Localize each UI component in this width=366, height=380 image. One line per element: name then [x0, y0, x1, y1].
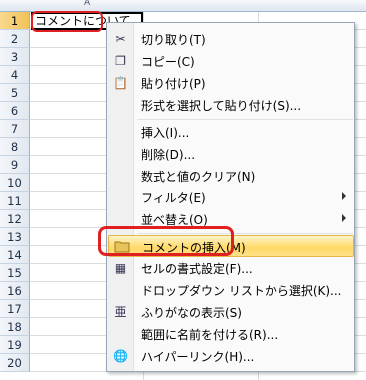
row-header[interactable]: 12 — [0, 210, 30, 228]
menu-item[interactable]: 範囲に名前を付ける(R)... — [108, 323, 354, 345]
row-header[interactable]: 10 — [0, 174, 30, 192]
row-header[interactable]: 6 — [0, 102, 30, 120]
menu-item-label: セルの書式設定(F)... — [141, 262, 253, 276]
paste-icon: 📋 — [113, 76, 128, 90]
row-header[interactable]: 8 — [0, 138, 30, 156]
annotation-box-cell — [31, 11, 103, 32]
row-header[interactable]: 4 — [0, 66, 30, 84]
row-header[interactable]: 3 — [0, 48, 30, 66]
row-header[interactable]: 1 — [0, 12, 30, 30]
menu-item[interactable]: ドロップダウン リストから選択(K)... — [108, 279, 354, 301]
row-header[interactable]: 16 — [0, 282, 30, 300]
scissors-icon: ✂ — [115, 32, 126, 46]
menu-item-label: 挿入(I)... — [141, 126, 190, 140]
menu-separator — [137, 119, 353, 120]
row-header[interactable]: 9 — [0, 156, 30, 174]
menu-item[interactable]: 数式と値のクリア(N) — [108, 165, 354, 187]
row-header[interactable]: 5 — [0, 84, 30, 102]
menu-item[interactable]: 形式を選択して貼り付け(S)... — [108, 94, 354, 116]
menu-item-label: 貼り付け(P) — [141, 77, 206, 91]
menu-item[interactable]: フィルタ(E) — [108, 186, 354, 208]
row-header[interactable]: 15 — [0, 264, 30, 282]
annotation-box-menu-item — [98, 226, 234, 256]
row-header[interactable]: 18 — [0, 318, 30, 336]
copy-icon: ❐ — [115, 54, 126, 68]
row-headers: 1 2 3 4 5 6 7 8 9 10 11 12 13 14 15 16 17 18 19 20 — [0, 12, 30, 372]
menu-item[interactable]: 🌐 ハイパーリンク(H)... — [108, 345, 354, 367]
menu-item[interactable]: 亜ふりがなの表示(S) — [108, 301, 354, 323]
hyperlink-icon: 🌐 — [113, 349, 128, 363]
row-header[interactable]: 20 — [0, 354, 30, 372]
menu-item-label: コピー(C) — [141, 55, 195, 69]
menu-item-label: 数式と値のクリア(N) — [141, 170, 256, 184]
menu-item-label: 範囲に名前を付ける(R)... — [141, 328, 279, 342]
context-menu: ✂ 切り取り(T) ❐ コピー(C) 📋 貼り付け(P) 形式を選択して貼り付け(S)...… — [106, 22, 355, 372]
menu-item-label: 形式を選択して貼り付け(S)... — [141, 99, 302, 113]
format-cells-icon: ▦ — [114, 261, 127, 275]
menu-item-label: ふりがなの表示(S) — [141, 306, 242, 320]
row-header[interactable]: 11 — [0, 192, 30, 210]
menu-item-label: ハイパーリンク(H)... — [141, 350, 255, 364]
row-header[interactable]: 13 — [0, 228, 30, 246]
column-header-a[interactable]: A — [84, 0, 90, 8]
menu-item-label: フィルタ(E) — [141, 191, 206, 205]
menu-item[interactable]: 削除(D)... — [108, 143, 354, 165]
row-header[interactable]: 7 — [0, 120, 30, 138]
row-header[interactable]: 14 — [0, 246, 30, 264]
menu-item-label: ドロップダウン リストから選択(K)... — [141, 284, 342, 298]
menu-item[interactable]: ▦ セルの書式設定(F)... — [108, 257, 354, 279]
submenu-arrow-icon — [342, 192, 346, 200]
menu-item[interactable]: 挿入(I)... — [108, 121, 354, 143]
furigana-icon: 亜 — [114, 305, 127, 319]
menu-item[interactable]: ✂ 切り取り(T) — [108, 28, 354, 50]
menu-item[interactable]: 📋 貼り付け(P) — [108, 72, 354, 94]
menu-item[interactable]: ❐ コピー(C) — [108, 50, 354, 72]
row-header[interactable]: 19 — [0, 336, 30, 354]
submenu-arrow-icon — [342, 214, 346, 222]
menu-item-label: 切り取り(T) — [141, 33, 206, 47]
row-header[interactable]: 17 — [0, 300, 30, 318]
row-header[interactable]: 2 — [0, 30, 30, 48]
menu-item-label: 削除(D)... — [141, 148, 196, 162]
